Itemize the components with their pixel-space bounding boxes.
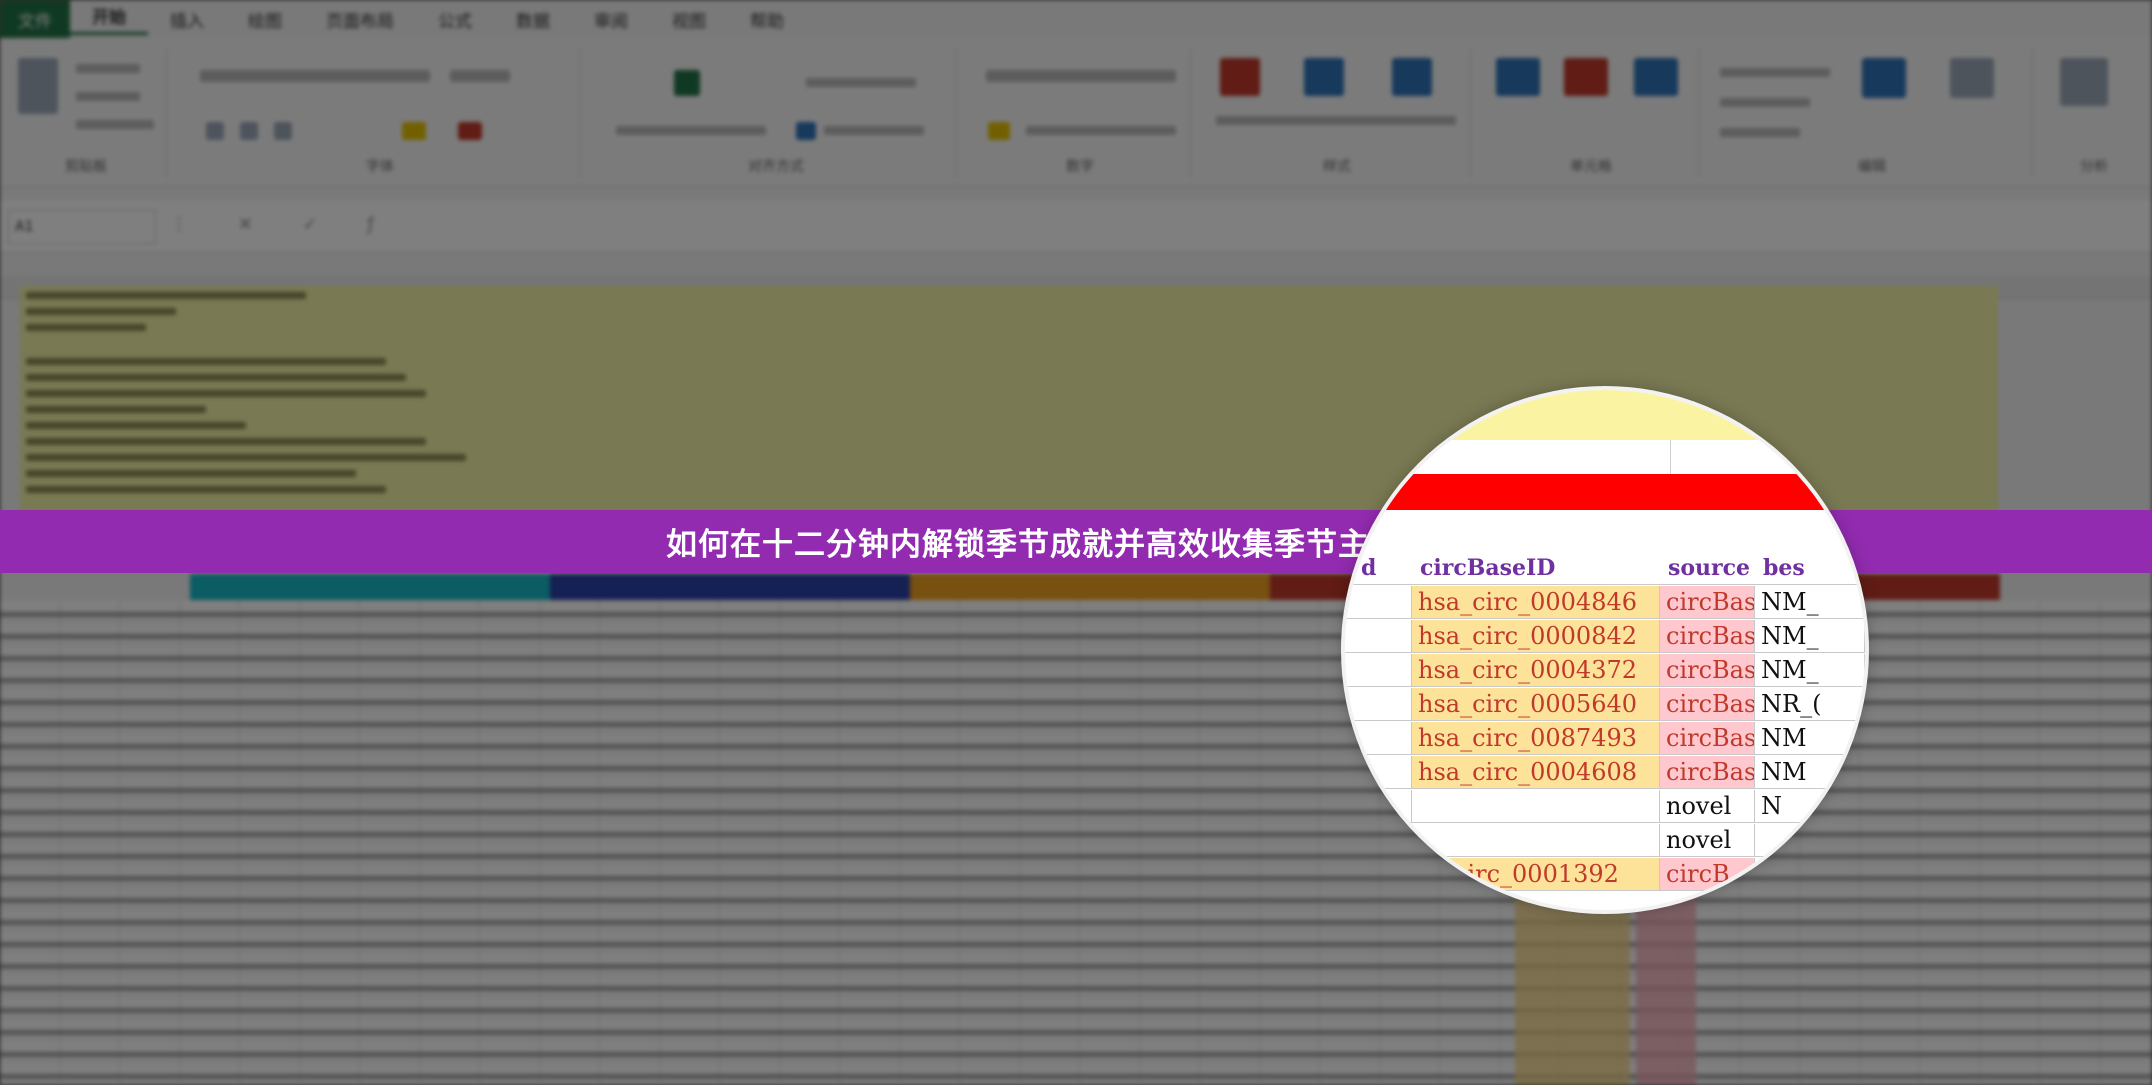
cell-source[interactable]: novel	[1660, 790, 1755, 823]
cell-source[interactable]: circB	[1660, 858, 1755, 891]
table-row: _circ_0001392 circB	[1345, 858, 1865, 892]
header-col0: d	[1361, 555, 1377, 581]
magnifier-zoom: d circBaseID source bes hsa_circ_0004846…	[1345, 390, 1865, 910]
cell-best[interactable]: NM	[1755, 722, 1865, 755]
table-row: hsa_circ_0004372 circBase NM_	[1345, 654, 1865, 688]
cell-best[interactable]	[1755, 858, 1865, 891]
cell-best[interactable]: N	[1755, 790, 1865, 823]
cell-circbase-id[interactable]: hsa_circ_0005640	[1412, 688, 1660, 721]
cell-source[interactable]: circBase	[1660, 688, 1755, 721]
cell-circbase-id[interactable]: hsa_circ_0087493	[1412, 722, 1660, 755]
cell-source[interactable]: circBase	[1660, 620, 1755, 653]
table-row: novel	[1345, 824, 1865, 858]
cell-best[interactable]: NM_	[1755, 586, 1865, 619]
cell-source[interactable]: circBase	[1660, 722, 1755, 755]
zoom-yellow-row	[1345, 390, 1865, 440]
cell-circbase-id[interactable]: _circ_0001392	[1412, 858, 1660, 891]
cell-best[interactable]: NR_(	[1755, 688, 1865, 721]
table-row: hsa_circ_0004608 circBase NM	[1345, 756, 1865, 790]
cell-circbase-id[interactable]: hsa_circ_0000842	[1412, 620, 1660, 653]
zoom-header-row: d circBaseID source bes	[1345, 552, 1865, 585]
header-circbase-id: circBaseID	[1420, 555, 1556, 581]
cell-source[interactable]: circBase	[1660, 586, 1755, 619]
cell-best[interactable]	[1755, 824, 1865, 857]
table-row: novel N	[1345, 790, 1865, 824]
cell-best[interactable]: NM_	[1755, 620, 1865, 653]
cell-circbase-id[interactable]: hsa_circ_0004608	[1412, 756, 1660, 789]
cell-best[interactable]: NM	[1755, 756, 1865, 789]
table-row: hsa_circ_0000842 circBase NM_	[1345, 620, 1865, 654]
cell-circbase-id[interactable]	[1412, 790, 1660, 823]
zoom-red-row	[1345, 474, 1865, 510]
cell-source[interactable]: novel	[1660, 824, 1755, 857]
table-row: hsa_circ_0004846 circBase NM_	[1345, 586, 1865, 620]
table-row: hsa_circ_0005640 circBase NR_(	[1345, 688, 1865, 722]
cell-circbase-id[interactable]	[1412, 824, 1660, 857]
cell-source[interactable]: circBase	[1660, 756, 1755, 789]
cell-source[interactable]: circBase	[1660, 654, 1755, 687]
zoom-white-row	[1345, 440, 1865, 475]
cell-circbase-id[interactable]: hsa_circ_0004372	[1412, 654, 1660, 687]
header-source: source	[1668, 555, 1751, 581]
cell-circbase-id[interactable]: hsa_circ_0004846	[1412, 586, 1660, 619]
table-row: hsa_circ_0087493 circBase NM	[1345, 722, 1865, 756]
header-best: bes	[1763, 555, 1805, 581]
cell-best[interactable]: NM_	[1755, 654, 1865, 687]
